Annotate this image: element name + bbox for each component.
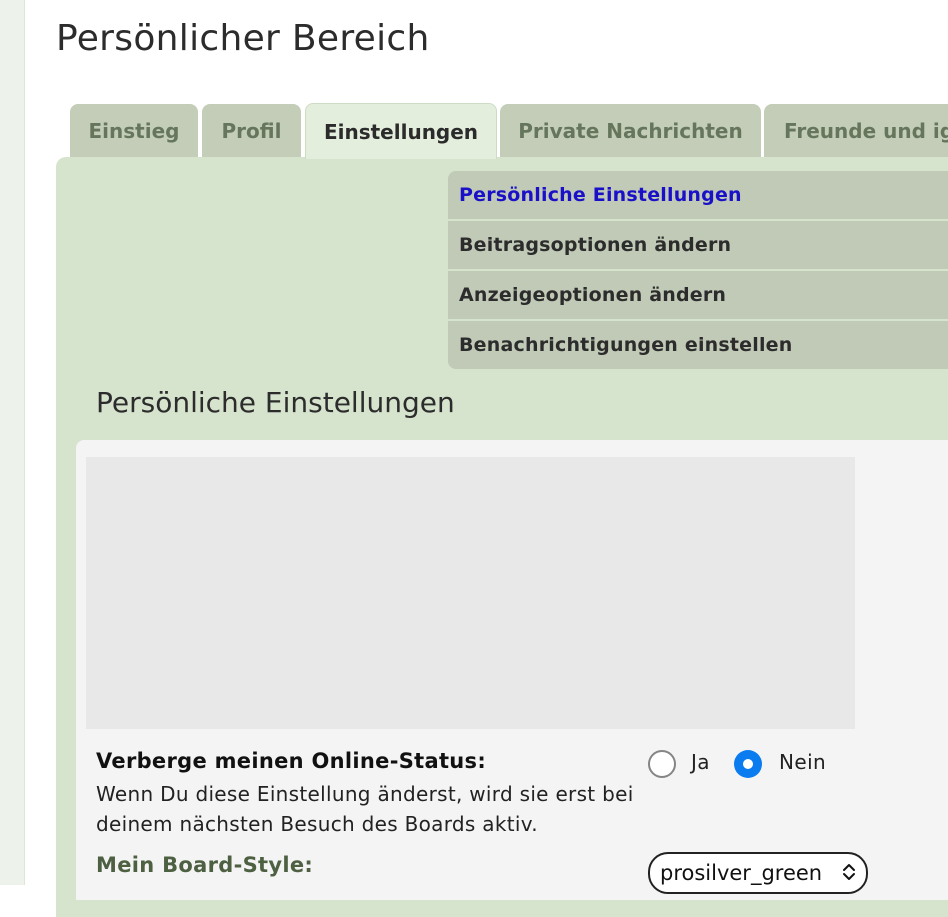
settings-submenu: Persönliche Einstellungen Beitragsoption… <box>448 171 948 369</box>
online-status-yes-label[interactable]: Ja <box>691 750 710 774</box>
tab-einstellungen[interactable]: Einstellungen <box>305 103 497 159</box>
board-style-label: Mein Board-Style: <box>96 853 314 877</box>
chevron-up-down-icon <box>843 864 855 880</box>
tab-private-nachrichten[interactable]: Private Nachrichten <box>500 104 761 157</box>
left-margin-strip <box>0 0 25 885</box>
tab-freunde[interactable]: Freunde und ig <box>764 104 948 157</box>
submenu-beitragsoptionen[interactable]: Beitragsoptionen ändern <box>448 221 948 269</box>
tab-profil[interactable]: Profil <box>202 104 301 157</box>
online-status-description: Wenn Du diese Einstellung änderst, wird … <box>96 782 634 836</box>
submenu-benachrichtigungen[interactable]: Benachrichtigungen einstellen <box>448 321 948 369</box>
board-style-select[interactable]: prosilver_green <box>648 852 868 894</box>
submenu-persoenliche-einstellungen[interactable]: Persönliche Einstellungen <box>448 171 948 219</box>
online-status-yes-radio[interactable] <box>648 750 676 778</box>
online-status-label: Verberge meinen Online-Status: <box>96 749 487 773</box>
section-title: Persönliche Einstellungen <box>96 386 455 419</box>
tab-einstieg[interactable]: Einstieg <box>70 104 198 157</box>
image-placeholder <box>86 457 855 729</box>
online-status-no-label[interactable]: Nein <box>779 750 826 774</box>
online-status-no-radio[interactable] <box>734 750 762 778</box>
page-title: Persönlicher Bereich <box>56 18 430 59</box>
submenu-anzeigeoptionen[interactable]: Anzeigeoptionen ändern <box>448 271 948 319</box>
board-style-value: prosilver_green <box>660 861 823 885</box>
